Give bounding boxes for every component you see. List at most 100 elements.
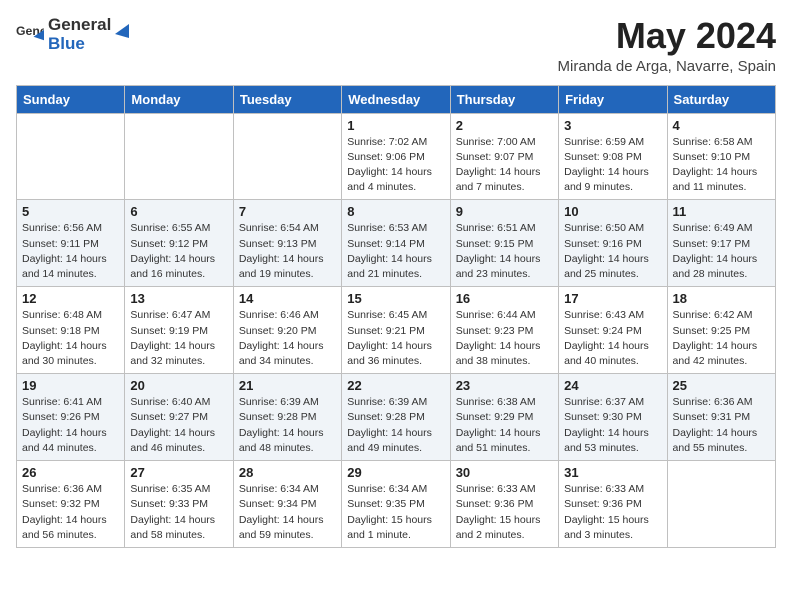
day-info: Sunrise: 6:55 AM Sunset: 9:12 PM Dayligh… <box>130 221 227 282</box>
logo-triangle-icon <box>107 20 129 42</box>
logo-blue-text: Blue <box>48 35 111 54</box>
day-info: Sunrise: 6:42 AM Sunset: 9:25 PM Dayligh… <box>673 308 770 369</box>
day-info: Sunrise: 6:39 AM Sunset: 9:28 PM Dayligh… <box>239 395 336 456</box>
calendar-cell: 23 Sunrise: 6:38 AM Sunset: 9:29 PM Dayli… <box>450 374 558 461</box>
day-number: 18 <box>673 291 770 306</box>
day-number: 9 <box>456 204 553 219</box>
day-number: 10 <box>564 204 661 219</box>
day-info: Sunrise: 6:36 AM Sunset: 9:31 PM Dayligh… <box>673 395 770 456</box>
calendar-header-row: SundayMondayTuesdayWednesdayThursdayFrid… <box>17 85 776 113</box>
day-number: 16 <box>456 291 553 306</box>
day-number: 15 <box>347 291 444 306</box>
calendar-week-row: 5Sunrise: 6:56 AM Sunset: 9:11 PM Daylig… <box>17 200 776 287</box>
calendar-cell: 8 Sunrise: 6:53 AM Sunset: 9:14 PM Daylig… <box>342 200 450 287</box>
day-number: 20 <box>130 378 227 393</box>
day-number: 26 <box>22 465 119 480</box>
day-number: 5 <box>22 204 119 219</box>
page-header: General General Blue May 2024 Miranda de… <box>16 16 776 75</box>
calendar-cell: 20 Sunrise: 6:40 AM Sunset: 9:27 PM Dayli… <box>125 374 233 461</box>
day-info: Sunrise: 6:53 AM Sunset: 9:14 PM Dayligh… <box>347 221 444 282</box>
day-number: 4 <box>673 118 770 133</box>
calendar-cell <box>667 461 775 548</box>
day-number: 17 <box>564 291 661 306</box>
calendar-week-row: 1Sunrise: 7:02 AM Sunset: 9:06 PM Daylig… <box>17 113 776 200</box>
calendar-cell: 26 Sunrise: 6:36 AM Sunset: 9:32 PM Dayli… <box>17 461 125 548</box>
day-number: 13 <box>130 291 227 306</box>
calendar-cell: 10Sunrise: 6:50 AM Sunset: 9:16 PM Dayli… <box>559 200 667 287</box>
day-number: 21 <box>239 378 336 393</box>
logo: General General Blue <box>16 16 129 53</box>
calendar-cell: 30 Sunrise: 6:33 AM Sunset: 9:36 PM Dayli… <box>450 461 558 548</box>
day-number: 22 <box>347 378 444 393</box>
day-info: Sunrise: 6:40 AM Sunset: 9:27 PM Dayligh… <box>130 395 227 456</box>
day-number: 1 <box>347 118 444 133</box>
day-number: 3 <box>564 118 661 133</box>
day-number: 30 <box>456 465 553 480</box>
day-info: Sunrise: 6:33 AM Sunset: 9:36 PM Dayligh… <box>456 482 553 543</box>
calendar-cell <box>17 113 125 200</box>
col-header-saturday: Saturday <box>667 85 775 113</box>
calendar-cell: 17 Sunrise: 6:43 AM Sunset: 9:24 PM Dayli… <box>559 287 667 374</box>
day-number: 31 <box>564 465 661 480</box>
day-info: Sunrise: 6:49 AM Sunset: 9:17 PM Dayligh… <box>673 221 770 282</box>
calendar-cell: 4 Sunrise: 6:58 AM Sunset: 9:10 PM Daylig… <box>667 113 775 200</box>
col-header-sunday: Sunday <box>17 85 125 113</box>
col-header-thursday: Thursday <box>450 85 558 113</box>
calendar-cell: 3 Sunrise: 6:59 AM Sunset: 9:08 PM Daylig… <box>559 113 667 200</box>
calendar-cell: 29Sunrise: 6:34 AM Sunset: 9:35 PM Dayli… <box>342 461 450 548</box>
calendar-cell: 13 Sunrise: 6:47 AM Sunset: 9:19 PM Dayli… <box>125 287 233 374</box>
day-info: Sunrise: 6:43 AM Sunset: 9:24 PM Dayligh… <box>564 308 661 369</box>
day-info: Sunrise: 6:39 AM Sunset: 9:28 PM Dayligh… <box>347 395 444 456</box>
calendar-week-row: 12Sunrise: 6:48 AM Sunset: 9:18 PM Dayli… <box>17 287 776 374</box>
calendar-cell: 31 Sunrise: 6:33 AM Sunset: 9:36 PM Dayli… <box>559 461 667 548</box>
calendar-cell: 1Sunrise: 7:02 AM Sunset: 9:06 PM Daylig… <box>342 113 450 200</box>
day-info: Sunrise: 6:59 AM Sunset: 9:08 PM Dayligh… <box>564 135 661 196</box>
day-info: Sunrise: 6:46 AM Sunset: 9:20 PM Dayligh… <box>239 308 336 369</box>
location-subtitle: Miranda de Arga, Navarre, Spain <box>558 58 776 75</box>
calendar-cell: 7Sunrise: 6:54 AM Sunset: 9:13 PM Daylig… <box>233 200 341 287</box>
calendar-cell: 28Sunrise: 6:34 AM Sunset: 9:34 PM Dayli… <box>233 461 341 548</box>
day-info: Sunrise: 6:35 AM Sunset: 9:33 PM Dayligh… <box>130 482 227 543</box>
calendar-cell <box>233 113 341 200</box>
day-info: Sunrise: 6:45 AM Sunset: 9:21 PM Dayligh… <box>347 308 444 369</box>
day-info: Sunrise: 6:33 AM Sunset: 9:36 PM Dayligh… <box>564 482 661 543</box>
calendar-cell: 6Sunrise: 6:55 AM Sunset: 9:12 PM Daylig… <box>125 200 233 287</box>
calendar-cell: 27Sunrise: 6:35 AM Sunset: 9:33 PM Dayli… <box>125 461 233 548</box>
day-number: 11 <box>673 204 770 219</box>
day-info: Sunrise: 6:51 AM Sunset: 9:15 PM Dayligh… <box>456 221 553 282</box>
day-info: Sunrise: 6:36 AM Sunset: 9:32 PM Dayligh… <box>22 482 119 543</box>
col-header-wednesday: Wednesday <box>342 85 450 113</box>
calendar-cell: 16 Sunrise: 6:44 AM Sunset: 9:23 PM Dayli… <box>450 287 558 374</box>
calendar-cell: 15 Sunrise: 6:45 AM Sunset: 9:21 PM Dayli… <box>342 287 450 374</box>
calendar-cell: 11 Sunrise: 6:49 AM Sunset: 9:17 PM Dayli… <box>667 200 775 287</box>
month-year-title: May 2024 <box>558 16 776 56</box>
calendar-cell: 25Sunrise: 6:36 AM Sunset: 9:31 PM Dayli… <box>667 374 775 461</box>
logo-icon: General <box>16 21 44 49</box>
day-number: 19 <box>22 378 119 393</box>
day-number: 8 <box>347 204 444 219</box>
calendar-cell: 24 Sunrise: 6:37 AM Sunset: 9:30 PM Dayli… <box>559 374 667 461</box>
day-info: Sunrise: 6:48 AM Sunset: 9:18 PM Dayligh… <box>22 308 119 369</box>
calendar-week-row: 19Sunrise: 6:41 AM Sunset: 9:26 PM Dayli… <box>17 374 776 461</box>
calendar-cell: 21 Sunrise: 6:39 AM Sunset: 9:28 PM Dayli… <box>233 374 341 461</box>
day-info: Sunrise: 6:47 AM Sunset: 9:19 PM Dayligh… <box>130 308 227 369</box>
day-info: Sunrise: 6:54 AM Sunset: 9:13 PM Dayligh… <box>239 221 336 282</box>
day-info: Sunrise: 7:00 AM Sunset: 9:07 PM Dayligh… <box>456 135 553 196</box>
day-number: 24 <box>564 378 661 393</box>
calendar-cell: 5Sunrise: 6:56 AM Sunset: 9:11 PM Daylig… <box>17 200 125 287</box>
day-info: Sunrise: 6:58 AM Sunset: 9:10 PM Dayligh… <box>673 135 770 196</box>
logo-general-text: General <box>48 16 111 35</box>
calendar-cell: 14Sunrise: 6:46 AM Sunset: 9:20 PM Dayli… <box>233 287 341 374</box>
day-info: Sunrise: 6:34 AM Sunset: 9:34 PM Dayligh… <box>239 482 336 543</box>
col-header-friday: Friday <box>559 85 667 113</box>
calendar-week-row: 26 Sunrise: 6:36 AM Sunset: 9:32 PM Dayli… <box>17 461 776 548</box>
day-number: 2 <box>456 118 553 133</box>
day-info: Sunrise: 6:38 AM Sunset: 9:29 PM Dayligh… <box>456 395 553 456</box>
day-number: 23 <box>456 378 553 393</box>
calendar-cell: 22 Sunrise: 6:39 AM Sunset: 9:28 PM Dayli… <box>342 374 450 461</box>
day-info: Sunrise: 6:37 AM Sunset: 9:30 PM Dayligh… <box>564 395 661 456</box>
day-info: Sunrise: 6:44 AM Sunset: 9:23 PM Dayligh… <box>456 308 553 369</box>
calendar-cell: 12Sunrise: 6:48 AM Sunset: 9:18 PM Dayli… <box>17 287 125 374</box>
col-header-tuesday: Tuesday <box>233 85 341 113</box>
day-number: 29 <box>347 465 444 480</box>
